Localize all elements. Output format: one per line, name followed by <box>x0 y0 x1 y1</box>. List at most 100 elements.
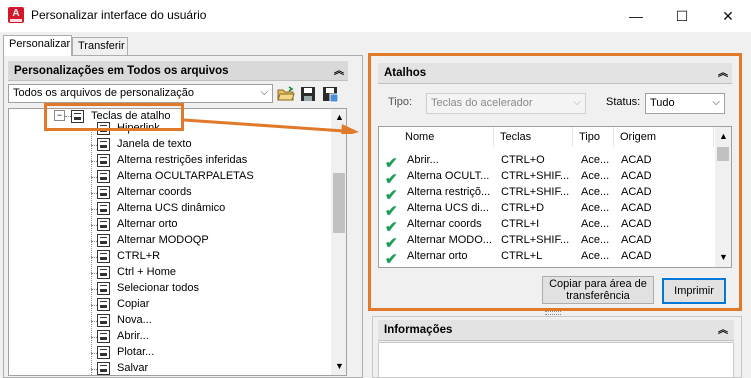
type-select[interactable]: Teclas do acelerador ⌵ <box>426 93 586 114</box>
table-scrollbar[interactable]: ▲ ▼ <box>715 127 731 267</box>
cell-keys: CTRL+SHIF... <box>501 186 570 198</box>
shortcut-key-icon <box>97 362 110 375</box>
status-select[interactable]: Tudo ⌵ <box>645 93 725 114</box>
cell-keys: CTRL+D <box>501 202 545 214</box>
splitter-grip[interactable] <box>545 311 561 315</box>
shortcut-key-icon <box>97 330 110 343</box>
enabled-check-icon: ✔ <box>385 251 398 268</box>
shortcuts-table[interactable]: Nome Teclas Tipo Origem ✔ Abrir... CTRL+O A… <box>378 126 732 268</box>
shortcut-key-icon <box>97 266 110 279</box>
customization-tree[interactable]: − Teclas de atalho Hiperlink... Janela de… <box>8 108 347 376</box>
autocad-app-icon: A <box>8 7 24 23</box>
collapse-shortcuts-icon[interactable]: ︽ <box>716 67 730 81</box>
information-header: Informações <box>378 320 734 341</box>
cell-keys: CTRL+O <box>501 154 545 166</box>
information-header-label: Informações <box>384 324 453 336</box>
window-title: Personalizar interface do usuário <box>31 8 207 22</box>
print-button[interactable]: Imprimir <box>662 278 726 304</box>
cell-name: Alternar coords <box>407 218 482 230</box>
tree-connector-line <box>91 129 92 375</box>
cell-origin: ACAD <box>621 170 652 182</box>
scroll-down-icon[interactable]: ▼ <box>719 252 728 262</box>
tab-transferir[interactable]: Transferir <box>72 37 128 56</box>
close-button[interactable]: ✕ <box>705 0 751 32</box>
shortcut-key-icon <box>97 234 110 247</box>
tree-scrollbar-thumb[interactable] <box>333 173 345 233</box>
scroll-down-icon[interactable]: ▼ <box>335 361 344 371</box>
customization-file-select[interactable]: Todos os arquivos de personalização ⌵ <box>8 84 273 103</box>
chevron-down-icon: ⌵ <box>260 87 268 98</box>
cell-name: Alterna UCS di... <box>407 202 489 214</box>
chevron-down-icon: ⌵ <box>573 97 581 108</box>
cell-origin: ACAD <box>621 250 652 262</box>
cell-origin: ACAD <box>621 202 652 214</box>
cell-type: Ace... <box>581 218 610 230</box>
status-label: Status: <box>606 96 641 108</box>
shortcuts-header: Atalhos <box>378 63 732 84</box>
shortcut-key-icon <box>97 218 110 231</box>
column-header-origem[interactable]: Origem <box>614 127 714 147</box>
shortcuts-header-label: Atalhos <box>384 67 427 79</box>
table-row[interactable]: ✔ Alternar orto CTRL+L Ace... ACAD <box>379 249 715 268</box>
cell-origin: ACAD <box>621 234 652 246</box>
maximize-button[interactable]: ☐ <box>659 0 705 32</box>
information-content <box>378 342 734 378</box>
table-row[interactable]: ✔ Alternar MODO... CTRL+SHIF... Ace... ACAD <box>379 233 715 252</box>
open-folder-icon[interactable] <box>277 85 295 103</box>
cell-origin: ACAD <box>621 218 652 230</box>
shortcut-key-icon <box>97 298 110 311</box>
tab-personalizar[interactable]: Personalizar <box>3 35 72 56</box>
cell-name: Alternar orto <box>407 250 468 262</box>
highlight-box-tree-node <box>44 103 184 131</box>
type-label: Tipo: <box>388 96 413 108</box>
cell-type: Ace... <box>581 202 610 214</box>
tree-scrollbar[interactable]: ▲ ▼ <box>331 109 346 375</box>
cell-keys: CTRL+I <box>501 218 540 230</box>
column-header-nome[interactable]: Nome <box>399 127 494 147</box>
shortcut-key-icon <box>97 154 110 167</box>
customizations-header: Personalizações em Todos os arquivos <box>8 61 348 81</box>
chevron-down-icon: ⌵ <box>712 97 720 108</box>
shortcut-key-icon <box>97 170 110 183</box>
cell-type: Ace... <box>581 250 610 262</box>
cell-type: Ace... <box>581 170 610 182</box>
customizations-header-label: Personalizações em Todos os arquivos <box>14 65 229 77</box>
table-scrollbar-thumb[interactable] <box>717 147 729 161</box>
table-row[interactable]: ✔ Alterna restriçõ... CTRL+SHIF... Ace... AC… <box>379 185 715 204</box>
copy-to-clipboard-button[interactable]: Copiar para área de transferência <box>542 276 654 304</box>
shortcut-key-icon <box>97 138 110 151</box>
collapse-customizations-icon[interactable]: ︽ <box>332 65 346 79</box>
cell-keys: CTRL+SHIF... <box>501 170 570 182</box>
cell-origin: ACAD <box>621 154 652 166</box>
cell-name: Alterna restriçõ... <box>407 186 491 198</box>
cell-name: Abrir... <box>407 154 439 166</box>
shortcut-key-icon <box>97 186 110 199</box>
shortcut-key-icon <box>97 250 110 263</box>
save-as-icon[interactable] <box>321 85 339 103</box>
cell-name: Alterna OCULT... <box>407 170 490 182</box>
callout-arrow <box>184 118 359 134</box>
cell-keys: CTRL+SHIF... <box>501 234 570 246</box>
cell-type: Ace... <box>581 234 610 246</box>
column-header-teclas[interactable]: Teclas <box>494 127 573 147</box>
scroll-up-icon[interactable]: ▲ <box>719 131 728 141</box>
save-icon[interactable] <box>299 85 317 103</box>
cell-origin: ACAD <box>621 186 652 198</box>
status-value: Tudo <box>650 97 675 109</box>
shortcut-key-icon <box>97 202 110 215</box>
table-row[interactable]: ✔ Alterna UCS di... CTRL+D Ace... ACAD <box>379 201 715 220</box>
type-value: Teclas do acelerador <box>431 97 533 109</box>
collapse-information-icon[interactable]: ︽ <box>716 324 730 338</box>
cell-type: Ace... <box>581 186 610 198</box>
table-row[interactable]: ✔ Alternar coords CTRL+I Ace... ACAD <box>379 217 715 236</box>
cell-type: Ace... <box>581 154 610 166</box>
cell-keys: CTRL+L <box>501 250 543 262</box>
customization-file-value: Todos os arquivos de personalização <box>13 87 195 99</box>
shortcut-key-icon <box>97 314 110 327</box>
shortcut-key-icon <box>97 282 110 295</box>
table-row[interactable]: ✔ Abrir... CTRL+O Ace... ACAD <box>379 153 715 172</box>
table-row[interactable]: ✔ Alterna OCULT... CTRL+SHIF... Ace... ACAD <box>379 169 715 188</box>
shortcut-key-icon <box>97 346 110 359</box>
minimize-button[interactable]: — <box>613 0 659 32</box>
column-header-tipo[interactable]: Tipo <box>573 127 614 147</box>
